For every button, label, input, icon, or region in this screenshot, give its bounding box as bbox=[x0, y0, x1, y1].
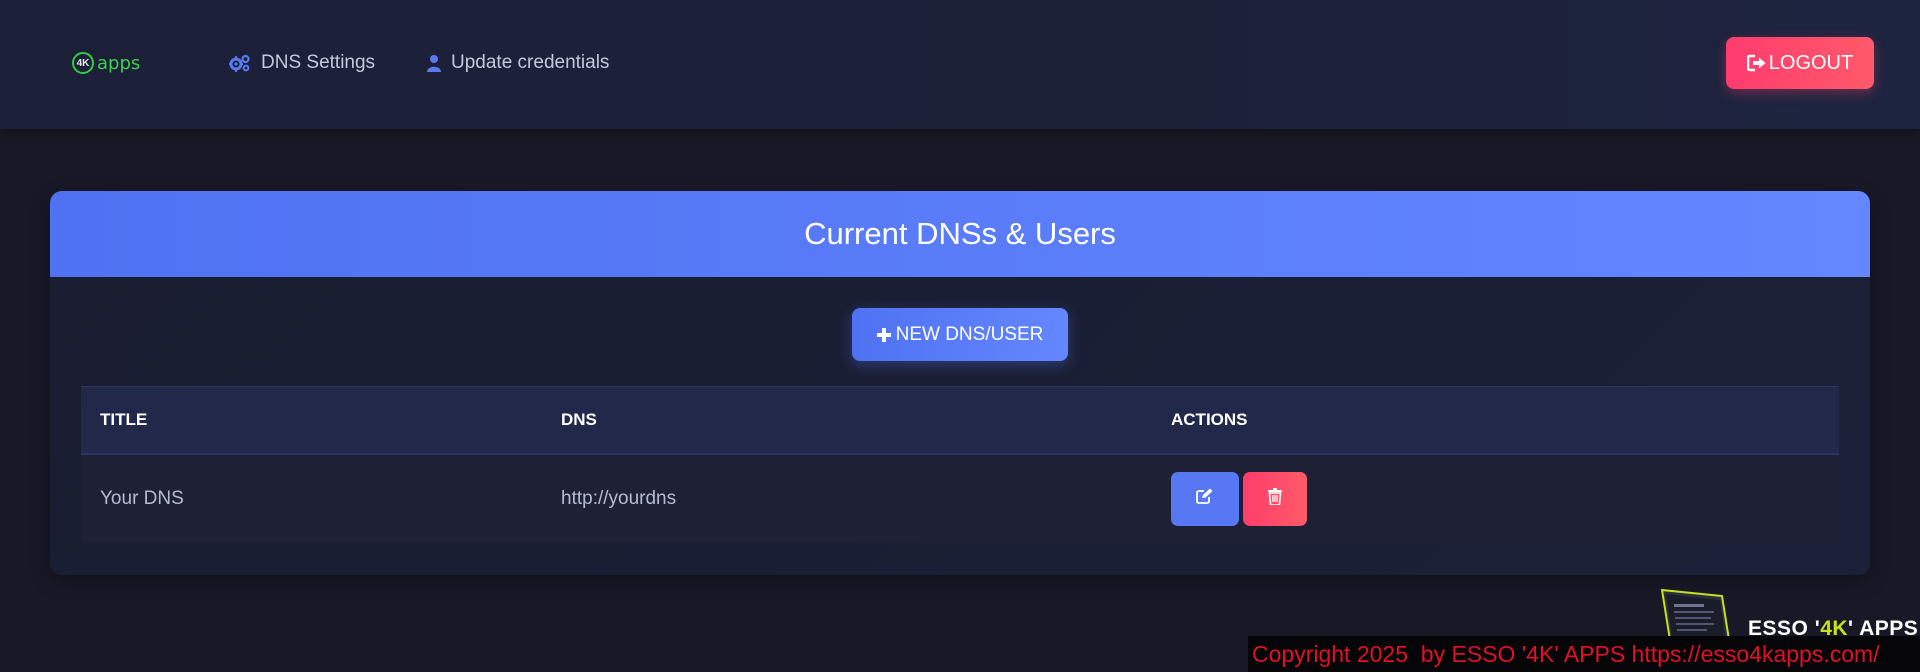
edit-icon bbox=[1196, 488, 1214, 510]
nav-item-update-credentials[interactable]: Update credentials bbox=[427, 50, 609, 76]
brand-mark: 4K bbox=[72, 52, 94, 74]
column-header-title: TITLE bbox=[100, 410, 148, 429]
logout-label: LOGOUT bbox=[1768, 51, 1854, 74]
trash-icon bbox=[1268, 487, 1282, 511]
column-header-actions: ACTIONS bbox=[1171, 410, 1248, 429]
edit-button[interactable] bbox=[1171, 472, 1239, 526]
brand-text: apps bbox=[97, 52, 141, 74]
dns-table: TITLE DNS ACTIONS Your DNS http://yourdn… bbox=[81, 386, 1839, 543]
copyright-banner[interactable]: Copyright 2025 by ESSO '4K' APPS https:/… bbox=[1248, 636, 1920, 672]
cell-title: Your DNS bbox=[100, 488, 184, 509]
card-header: Current DNSs & Users bbox=[50, 191, 1870, 277]
brand-logo[interactable]: 4K apps bbox=[72, 49, 140, 77]
nav-item-label: Update credentials bbox=[451, 52, 610, 73]
logout-button[interactable]: LOGOUT bbox=[1726, 37, 1874, 89]
user-icon bbox=[427, 54, 441, 72]
table-header: TITLE DNS ACTIONS bbox=[81, 386, 1839, 455]
gears-icon bbox=[229, 54, 251, 72]
navbar: 4K apps DNS Settings Update credentials … bbox=[0, 0, 1920, 129]
column-header-dns: DNS bbox=[561, 410, 597, 429]
new-dns-user-label: NEW DNS/USER bbox=[895, 323, 1044, 345]
plus-icon bbox=[876, 327, 891, 342]
sign-out-icon bbox=[1746, 54, 1767, 72]
cell-actions bbox=[1171, 455, 1307, 543]
new-dns-user-button[interactable]: NEW DNS/USER bbox=[852, 308, 1068, 361]
card-title: Current DNSs & Users bbox=[804, 216, 1116, 251]
nav-item-dns-settings[interactable]: DNS Settings bbox=[229, 50, 375, 76]
table-row: Your DNS http://yourdns bbox=[81, 455, 1839, 543]
dns-users-card: Current DNSs & Users NEW DNS/USER TITLE … bbox=[50, 191, 1870, 575]
nav-item-label: DNS Settings bbox=[261, 52, 376, 73]
delete-button[interactable] bbox=[1243, 472, 1307, 526]
cell-dns: http://yourdns bbox=[561, 488, 677, 509]
